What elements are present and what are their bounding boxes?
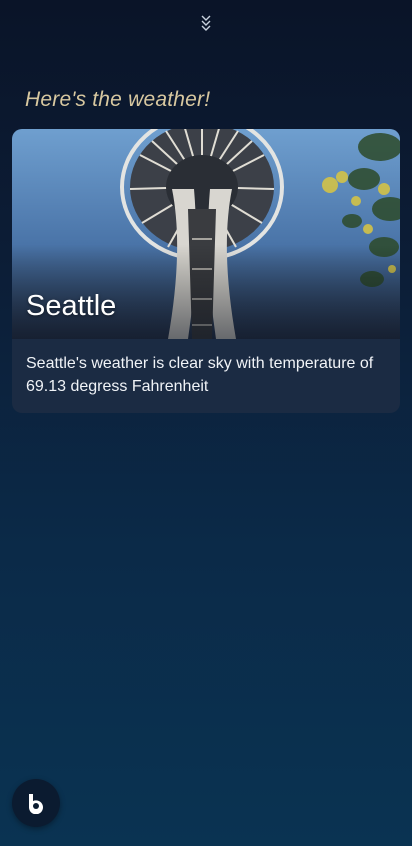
bixby-button[interactable] xyxy=(12,779,60,827)
city-photo: Seattle xyxy=(12,129,400,339)
weather-card[interactable]: Seattle Seattle's weather is clear sky w… xyxy=(12,129,400,413)
collapse-chevron-icon[interactable] xyxy=(196,12,216,34)
weather-description: Seattle's weather is clear sky with temp… xyxy=(26,355,374,395)
city-name: Seattle xyxy=(26,290,117,322)
greeting-text: Here's the weather! xyxy=(25,88,211,111)
bixby-icon xyxy=(28,794,43,814)
